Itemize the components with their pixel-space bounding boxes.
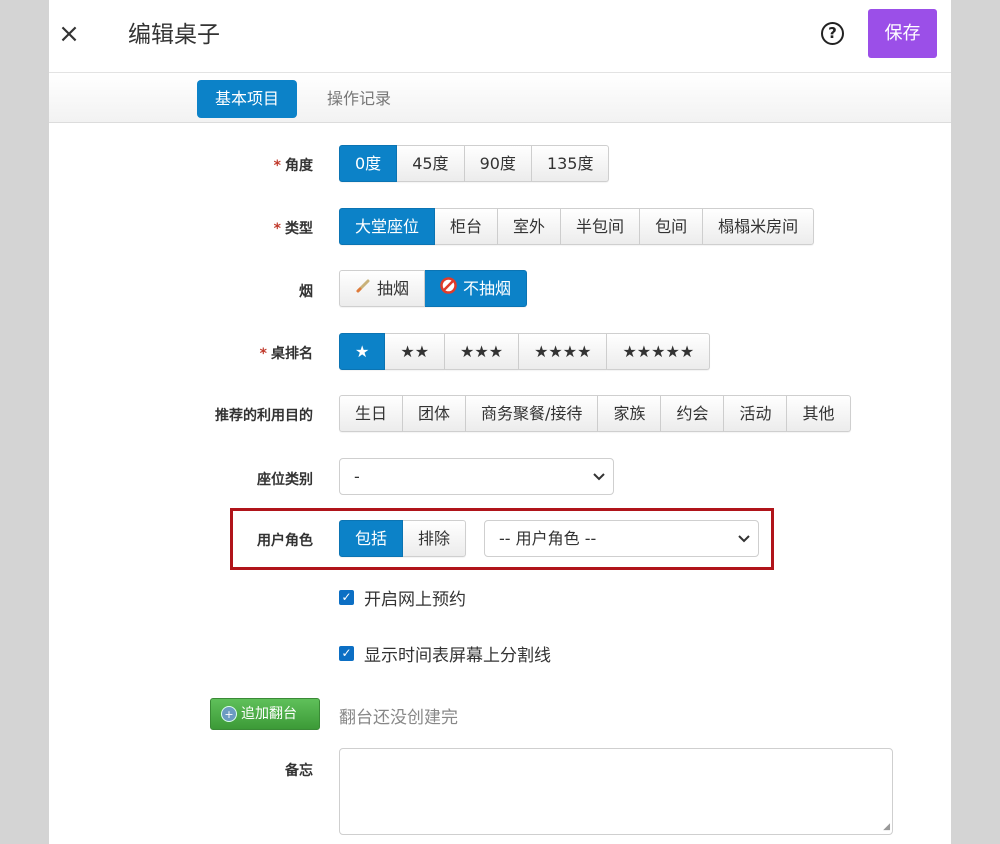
seat-category-label: 座位类别	[257, 472, 313, 488]
required-mark: *	[273, 221, 281, 237]
rank-option-3-star[interactable]: ★★★	[445, 333, 520, 370]
type-option-counter[interactable]: 柜台	[435, 208, 499, 245]
seat-category-select[interactable]: -	[339, 458, 614, 495]
purpose-option-other[interactable]: 其他	[787, 395, 851, 432]
memo-label: 备忘	[285, 763, 313, 779]
type-option-private-room[interactable]: 包间	[640, 208, 704, 245]
chevron-down-icon	[738, 521, 750, 570]
rank-option-1-star[interactable]: ★	[339, 333, 386, 370]
rank-label: * 桌排名	[259, 346, 313, 362]
plus-icon: +	[221, 706, 237, 722]
timeline-divider-row: ✓ 显示时间表屏幕上分割线	[339, 641, 551, 666]
smoke-button-group: 抽烟 不抽烟	[339, 270, 528, 307]
smoke-option-non-smoking[interactable]: 不抽烟	[425, 270, 528, 307]
user-role-select[interactable]: -- 用户角色 --	[484, 520, 759, 557]
tab-basic-items[interactable]: 基本项目	[197, 80, 298, 118]
user-role-select-value: -- 用户角色 --	[499, 529, 597, 548]
type-option-hall-seat[interactable]: 大堂座位	[339, 208, 436, 245]
purpose-option-family[interactable]: 家族	[598, 395, 662, 432]
purpose-option-business[interactable]: 商务聚餐/接待	[466, 395, 599, 432]
help-icon[interactable]: ?	[821, 22, 844, 45]
resize-handle-icon[interactable]: ◢	[883, 823, 890, 832]
purpose-option-birthday[interactable]: 生日	[339, 395, 404, 432]
required-mark: *	[273, 158, 281, 174]
user-role-include[interactable]: 包括	[339, 520, 404, 557]
smoke-label: 烟	[299, 284, 313, 300]
page-title: 编辑桌子	[128, 22, 220, 48]
angle-option-45[interactable]: 45度	[397, 145, 465, 182]
turnover-status-text: 翻台还没创建完	[339, 708, 458, 728]
header: × 编辑桌子 ? 保存	[49, 0, 951, 73]
angle-button-group: 0度 45度 90度 135度	[339, 145, 610, 182]
timeline-divider-label: 显示时间表屏幕上分割线	[364, 646, 551, 666]
angle-option-90[interactable]: 90度	[464, 145, 532, 182]
user-role-exclude[interactable]: 排除	[403, 520, 467, 557]
angle-label: * 角度	[273, 158, 313, 174]
rank-option-5-star[interactable]: ★★★★★	[607, 333, 711, 370]
edit-table-panel: × 编辑桌子 ? 保存 基本项目 操作记录 * 角度 0度 45度 90度 135…	[49, 0, 951, 844]
angle-option-0[interactable]: 0度	[339, 145, 398, 182]
online-booking-checkbox[interactable]: ✓	[339, 590, 354, 605]
purpose-button-group: 生日 团体 商务聚餐/接待 家族 约会 活动 其他	[339, 395, 851, 432]
seat-category-value: -	[354, 467, 360, 486]
type-option-tatami-room[interactable]: 榻榻米房间	[703, 208, 815, 245]
purpose-label: 推荐的利用目的	[215, 408, 313, 424]
rank-option-2-star[interactable]: ★★	[385, 333, 446, 370]
user-role-button-group: 包括 排除	[339, 520, 467, 557]
rank-option-4-star[interactable]: ★★★★	[519, 333, 608, 370]
type-button-group: 大堂座位 柜台 室外 半包间 包间 榻榻米房间	[339, 208, 815, 245]
rank-button-group: ★ ★★ ★★★ ★★★★ ★★★★★	[339, 333, 711, 370]
user-role-label: 用户角色	[257, 533, 313, 549]
no-smoking-icon	[440, 271, 457, 306]
required-mark: *	[259, 346, 267, 362]
purpose-option-date[interactable]: 约会	[661, 395, 725, 432]
chevron-down-icon	[593, 459, 605, 508]
purpose-option-group[interactable]: 团体	[403, 395, 467, 432]
type-option-semi-private[interactable]: 半包间	[561, 208, 641, 245]
type-option-outdoor[interactable]: 室外	[498, 208, 562, 245]
close-button[interactable]: ×	[56, 20, 82, 48]
type-label: * 类型	[273, 221, 313, 237]
tab-operation-log[interactable]: 操作记录	[309, 80, 409, 118]
tab-bar: 基本项目 操作记录	[49, 74, 951, 123]
angle-option-135[interactable]: 135度	[531, 145, 610, 182]
online-booking-row: ✓ 开启网上预约	[339, 585, 466, 610]
cigarette-icon	[355, 271, 371, 306]
add-turnover-button[interactable]: + 追加翻台	[210, 698, 320, 730]
online-booking-label: 开启网上预约	[364, 590, 466, 610]
smoke-option-smoking[interactable]: 抽烟	[339, 270, 426, 307]
memo-textarea[interactable]: ◢	[339, 748, 893, 835]
purpose-option-event[interactable]: 活动	[724, 395, 788, 432]
timeline-divider-checkbox[interactable]: ✓	[339, 646, 354, 661]
save-button[interactable]: 保存	[868, 9, 937, 58]
